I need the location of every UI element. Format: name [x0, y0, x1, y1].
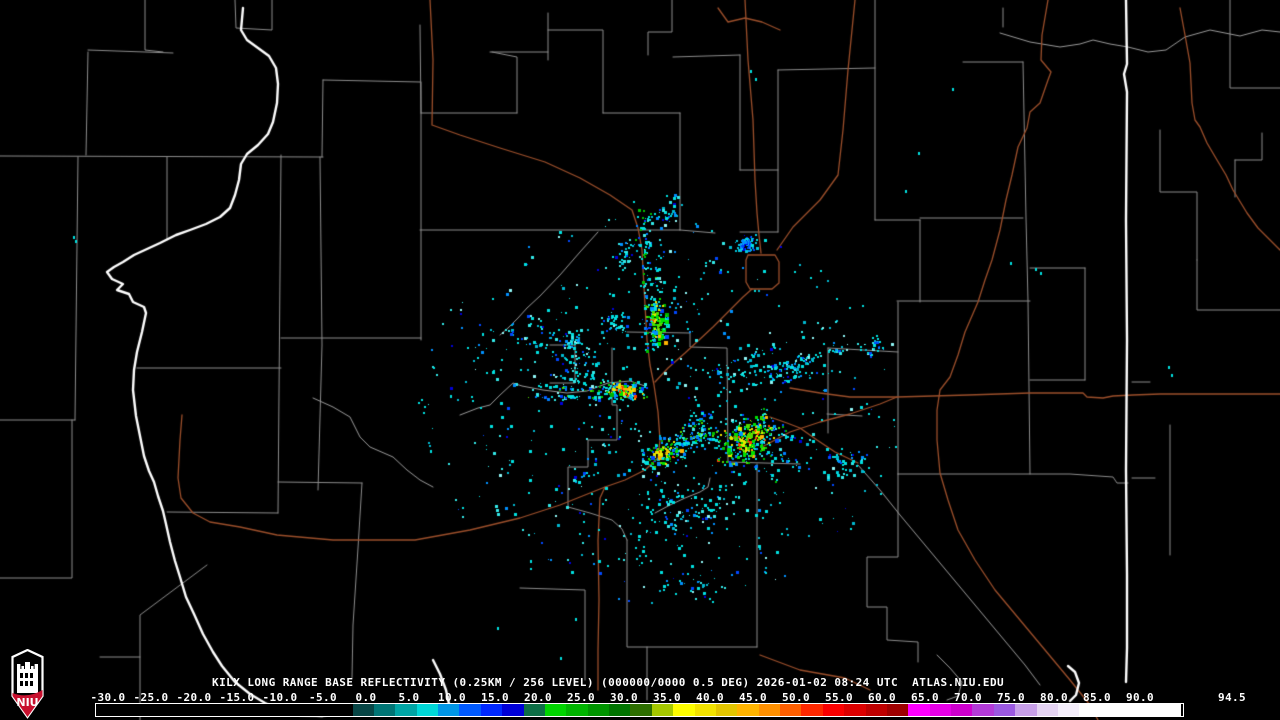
niu-logo-text: NIU	[16, 696, 38, 709]
colorbar-segment	[993, 704, 1016, 716]
colorbar-segment	[1036, 704, 1059, 716]
colorbar-segment	[651, 704, 674, 716]
colorbar-segment	[587, 704, 610, 716]
colorbar-segment	[459, 704, 482, 716]
colorbar-segment	[566, 704, 589, 716]
colorbar-segment	[972, 704, 995, 716]
colorbar-tick: 94.5	[1217, 691, 1247, 704]
colorbar-segment	[673, 704, 695, 716]
colorbar-segment	[630, 704, 653, 716]
colorbar-segment	[822, 704, 845, 716]
colorbar-segment	[694, 704, 717, 716]
colorbar-tick-labels: -30.0 -25.0 -20.0 -15.0 -10.0 -5.0 0.0 5.0 10.0 1…	[0, 691, 1280, 704]
niu-logo: NIU	[11, 649, 44, 719]
radar-map-canvas	[0, 0, 1280, 720]
colorbar-segment	[1057, 704, 1080, 716]
colorbar-segment	[780, 704, 802, 716]
colorbar-segment	[929, 704, 952, 716]
colorbar-segment	[544, 704, 567, 716]
colorbar-segment	[438, 704, 460, 716]
colorbar-segment	[609, 704, 631, 716]
colorbar-segment	[1015, 704, 1037, 716]
colorbar-segment	[886, 704, 909, 716]
colorbar-segment	[352, 704, 375, 716]
colorbar-segment	[951, 704, 973, 716]
reflectivity-colorbar	[95, 703, 1184, 717]
radar-caption: KILX LONG RANGE BASE REFLECTIVITY (0.25K…	[212, 676, 1005, 689]
colorbar-segment	[801, 704, 824, 716]
colorbar-segment	[523, 704, 546, 716]
colorbar-segment	[1079, 704, 1182, 716]
colorbar-segment	[480, 704, 503, 716]
colorbar-segment	[758, 704, 781, 716]
colorbar-segment	[373, 704, 396, 716]
colorbar-segment	[865, 704, 888, 716]
colorbar-segment	[502, 704, 524, 716]
colorbar-segment	[395, 704, 418, 716]
colorbar-segment	[737, 704, 760, 716]
radar-viewer-screen: KILX LONG RANGE BASE REFLECTIVITY (0.25K…	[0, 0, 1280, 720]
colorbar-segment	[844, 704, 866, 716]
colorbar-segment	[416, 704, 439, 716]
colorbar-segment	[908, 704, 931, 716]
colorbar-segment	[715, 704, 738, 716]
